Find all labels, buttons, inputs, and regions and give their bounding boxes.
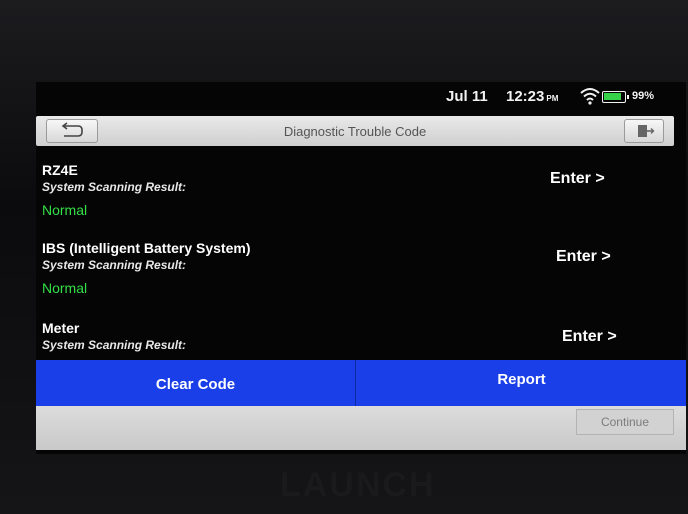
exit-button[interactable]	[624, 119, 664, 143]
enter-button[interactable]: Enter >	[550, 170, 605, 188]
module-name: IBS (Intelligent Battery System)	[42, 240, 251, 256]
module-subtitle: System Scanning Result:	[42, 338, 187, 352]
wifi-icon	[580, 88, 600, 105]
status-time: 12:23 PM	[506, 88, 559, 105]
enter-button[interactable]: Enter >	[562, 328, 617, 346]
module-name: Meter	[42, 320, 80, 336]
status-bar: Jul 11 12:23 PM 99%	[36, 82, 686, 110]
clear-code-button[interactable]: Clear Code	[36, 360, 356, 406]
brand-logo: LAUNCH	[280, 466, 436, 504]
status-date: Jul 11	[446, 88, 488, 105]
enter-button[interactable]: Enter >	[556, 248, 611, 266]
bottom-bar: Continue	[36, 406, 686, 450]
title-bar: Diagnostic Trouble Code	[36, 116, 674, 146]
continue-button[interactable]: Continue	[576, 409, 674, 435]
device-screen: Jul 11 12:23 PM 99% Diagnostic Trouble Co…	[36, 82, 686, 454]
module-subtitle: System Scanning Result:	[42, 180, 187, 194]
battery-level	[604, 93, 621, 100]
report-button[interactable]: Report	[357, 360, 686, 406]
battery-percent: 99%	[632, 90, 655, 102]
action-bar: Clear Code Report	[36, 360, 686, 406]
module-status: Normal	[42, 202, 88, 218]
module-item-rz4e: RZ4E System Scanning Result: Normal Ente…	[36, 162, 676, 242]
module-name: RZ4E	[42, 162, 78, 178]
battery-icon	[602, 91, 629, 103]
module-subtitle: System Scanning Result:	[42, 258, 187, 272]
exit-icon	[638, 125, 655, 137]
module-item-ibs: IBS (Intelligent Battery System) System …	[36, 240, 676, 320]
page-title: Diagnostic Trouble Code	[283, 124, 427, 139]
module-status: Normal	[42, 280, 88, 296]
